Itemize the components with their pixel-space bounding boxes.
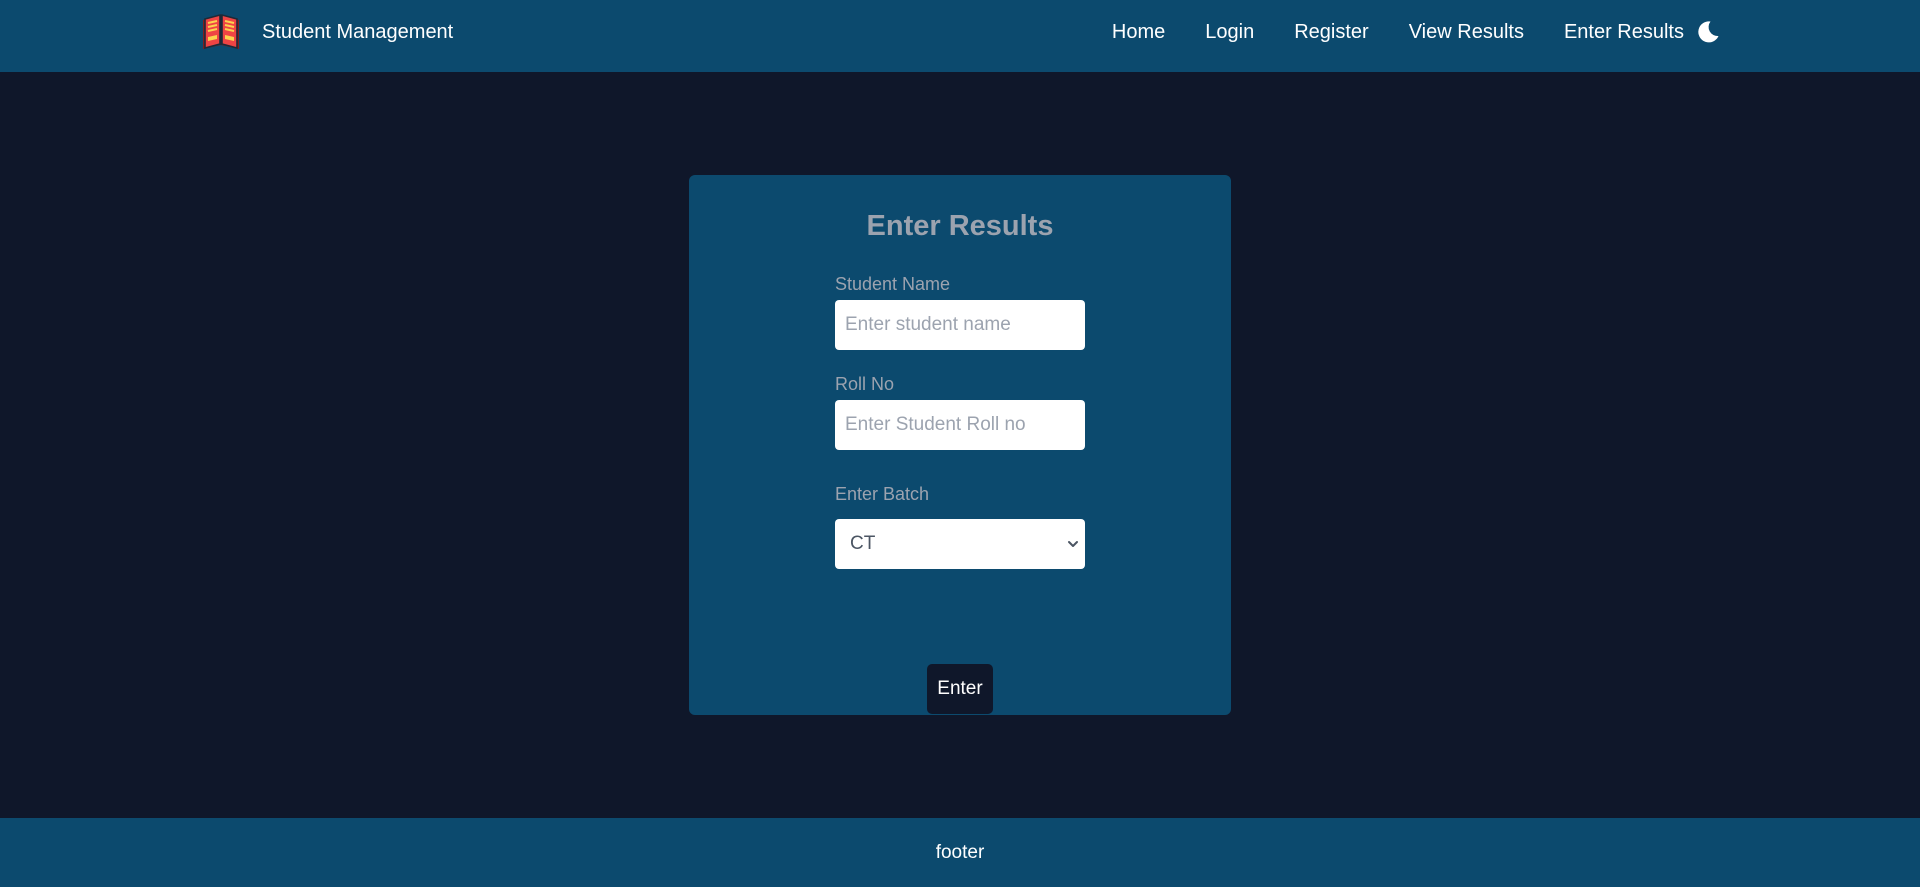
nav-link-login[interactable]: Login [1205, 21, 1254, 44]
batch-select[interactable]: CT [835, 519, 1085, 569]
batch-selected-value: CT [850, 533, 876, 554]
student-name-input[interactable] [835, 300, 1085, 350]
book-icon [203, 13, 239, 50]
nav-link-view-results[interactable]: View Results [1409, 21, 1524, 44]
nav-links: Home Login Register View Results Enter R… [1112, 0, 1684, 64]
chevron-down-icon [1068, 541, 1078, 547]
brand-title: Student Management [262, 20, 454, 43]
navbar: Student Management Home Login Register V… [0, 0, 1920, 72]
roll-no-label: Roll No [835, 374, 895, 394]
moon-icon[interactable] [1695, 19, 1721, 45]
page-title: Enter Results [866, 210, 1054, 242]
footer-text: footer [935, 841, 985, 863]
nav-link-register[interactable]: Register [1294, 21, 1368, 44]
footer: footer [0, 818, 1920, 887]
enter-button[interactable]: Enter [927, 664, 993, 714]
roll-no-input[interactable] [835, 400, 1085, 450]
nav-link-home[interactable]: Home [1112, 21, 1165, 44]
batch-label: Enter Batch [835, 484, 930, 504]
enter-results-card: Enter Results Student Name Roll No Enter… [689, 175, 1231, 715]
student-name-label: Student Name [835, 274, 951, 294]
brand[interactable]: Student Management [200, 11, 453, 53]
nav-link-enter-results[interactable]: Enter Results [1564, 21, 1684, 44]
